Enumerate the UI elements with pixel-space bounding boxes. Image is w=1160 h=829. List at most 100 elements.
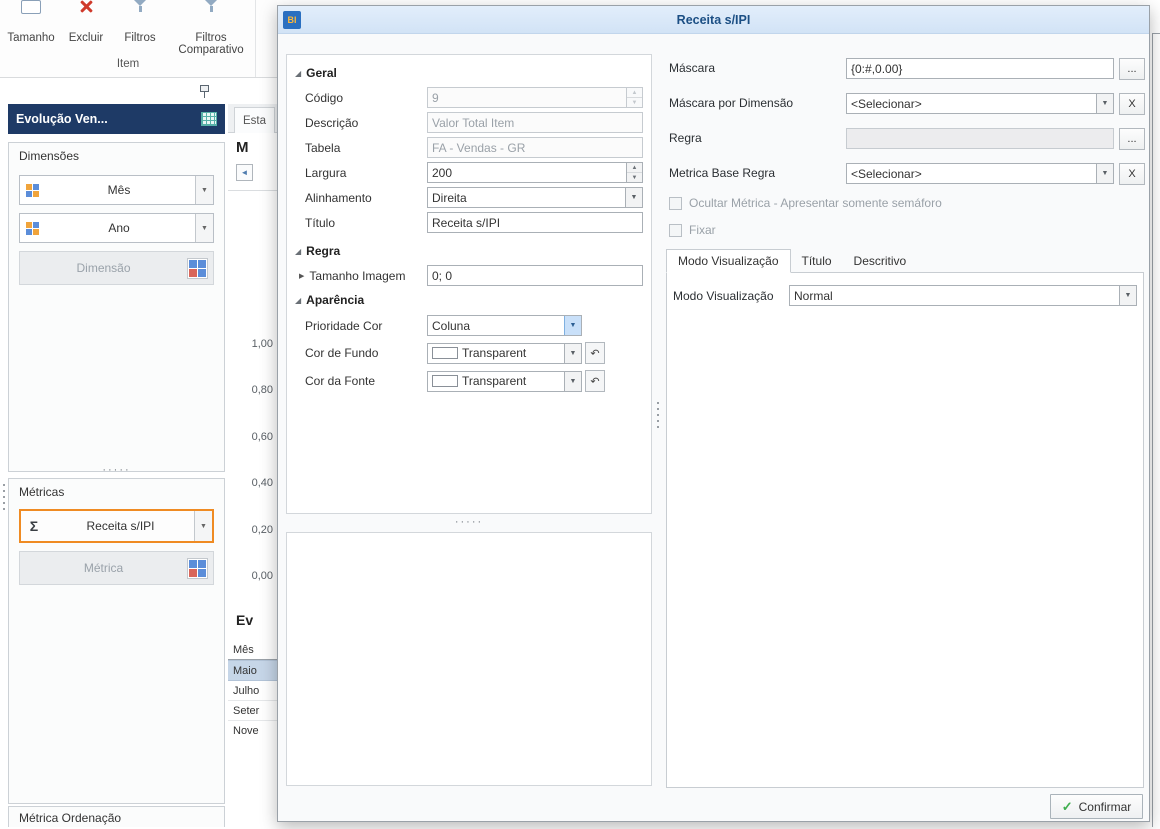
tab-titulo[interactable]: Título [791,249,843,273]
tab-descritivo[interactable]: Descritivo [843,249,918,273]
dimension-drop-slot[interactable]: Dimensão [19,251,214,285]
tab-modo-visualizacao[interactable]: Modo Visualização [666,249,791,273]
chevron-down-icon[interactable]: ▼ [564,343,581,363]
axis-label: 0,00 [251,570,273,582]
metrica-ordenacao-header: Métrica Ordenação [19,811,122,825]
descricao-label: Descrição [305,115,359,130]
mascara-input[interactable]: {0:#,0.00} [846,58,1114,79]
metric-drop-slot[interactable]: Métrica [19,551,214,585]
dialog-titlebar[interactable]: Receita s/IPI BI [278,6,1149,34]
largura-label: Largura [305,165,347,180]
cor-fundo-dropdown[interactable]: Transparent ▼ [427,342,582,364]
expanded-icon: ◢ [295,246,302,256]
metrica-ordenacao-group: Métrica Ordenação [8,806,225,827]
tamanho-imagem-label[interactable]: ▶ Tamanho Imagem [287,269,427,283]
property-row-cor-fundo: Cor de Fundo Transparent ▼ ↶ [287,339,651,367]
dimension-item-ano[interactable]: Ano ▼ [19,213,214,243]
table-row[interactable]: Seter [228,701,277,721]
chevron-down-icon[interactable]: ▼ [625,188,642,207]
fixar-label: Fixar [689,223,716,237]
metricas-group: Métricas Σ Receita s/IPI ▼ Métrica [8,478,225,804]
chevron-down-icon[interactable]: ▼ [194,511,212,541]
toolbar-group-label: Item [116,58,140,70]
spinner[interactable]: ▲ ▼ [626,163,642,182]
spin-down-icon[interactable]: ▼ [627,173,642,182]
fixar-checkbox[interactable] [669,224,682,237]
group-header-regra[interactable]: ◢ Regra [287,239,651,263]
property-row-codigo: Código 9 ▲ ▼ [287,85,651,110]
dimensoes-group: Dimensões Mês ▼ Ano ▼ Dimensão [8,142,225,472]
metric-item-receita[interactable]: Σ Receita s/IPI ▼ [19,509,214,543]
table-row[interactable]: Nove [228,721,277,741]
group-header-geral[interactable]: ◢ Geral [287,61,651,85]
metrica-base-clear-button[interactable]: X [1119,163,1145,185]
color-swatch [432,375,458,387]
spin-down-icon[interactable]: ▼ [627,98,642,107]
chevron-down-icon[interactable]: ▼ [1096,94,1113,113]
collapsed-icon[interactable]: ▶ [299,272,304,280]
sigma-icon: Σ [29,518,39,534]
modo-visualizacao-dropdown[interactable]: Normal ▼ [789,285,1137,306]
titulo-input[interactable]: Receita s/IPI [427,212,643,233]
tamanho-imagem-input[interactable]: 0; 0 [427,265,643,286]
dimensoes-header: Dimensões [19,149,80,163]
backdrop-table-title: Ev [236,612,254,628]
property-row-tamanho-imagem: ▶ Tamanho Imagem 0; 0 [287,263,651,288]
tab-strip: Modo Visualização Título Descritivo [666,249,917,273]
table-row[interactable]: Julho [228,681,277,701]
mascara-dim-dropdown[interactable]: <Selecionar> ▼ [846,93,1114,114]
chevron-down-icon[interactable]: ▼ [1096,164,1113,183]
largura-input[interactable]: 200 ▲ ▼ [427,162,643,183]
cor-fonte-label: Cor da Fonte [305,374,376,388]
metrica-base-dropdown[interactable]: <Selecionar> ▼ [846,163,1114,184]
field-chooser-icon[interactable] [187,257,208,279]
mascara-dim-clear-button[interactable]: X [1119,93,1145,115]
color-swatch [432,347,458,359]
table-row[interactable]: Maio [228,660,277,681]
grid-icon [201,112,217,126]
cor-fonte-dropdown[interactable]: Transparent ▼ [427,370,582,392]
chevron-down-icon[interactable]: ▼ [564,371,581,391]
descricao-input[interactable]: Valor Total Item [427,112,643,133]
chevron-down-icon[interactable]: ▼ [195,176,213,204]
group-header-aparencia[interactable]: ◢ Aparência [287,288,651,312]
metrica-base-label: Metrica Base Regra [669,166,776,180]
field-chooser-icon[interactable] [187,557,208,579]
chevron-down-icon[interactable]: ▼ [195,214,213,242]
dimension-icon [26,221,39,235]
spin-up-icon[interactable]: ▲ [627,88,642,98]
chevron-down-icon[interactable]: ▼ [564,316,581,335]
backdrop-tab[interactable]: Esta [234,107,276,133]
nav-left-button[interactable]: ◄ [236,164,253,181]
dialog-title: Receita s/IPI [676,12,751,27]
spin-up-icon[interactable]: ▲ [627,163,642,173]
axis-label: 1,00 [251,338,273,350]
empty-panel [286,532,652,786]
prioridade-dropdown[interactable]: Coluna ▼ [427,315,582,336]
dimension-item-mes[interactable]: Mês ▼ [19,175,214,205]
sidebar-edge-splitter[interactable] [1,484,7,510]
reset-color-button[interactable]: ↶ [585,342,605,364]
spinner[interactable]: ▲ ▼ [626,88,642,107]
alinhamento-dropdown[interactable]: Direita ▼ [427,187,643,208]
dialog-splitter-handle[interactable] [655,402,661,428]
tabela-input[interactable]: FA - Vendas - GR [427,137,643,158]
property-splitter-handle[interactable]: ····· [286,516,652,528]
sidebar-splitter-handle[interactable]: ····· [8,464,225,476]
toolbar-group-item: Tamanho Excluir Filtros Filtros Comparat… [0,0,256,77]
confirmar-button[interactable]: ✓ Confirmar [1050,794,1143,819]
ocultar-metrica-checkbox[interactable] [669,197,682,210]
regra-input[interactable] [846,128,1114,149]
property-row-tabela: Tabela FA - Vendas - GR [287,135,651,160]
regra-browse-button[interactable]: ... [1119,128,1145,150]
codigo-input[interactable]: 9 ▲ ▼ [427,87,643,108]
backdrop-tabbar: Esta [228,104,277,133]
reset-color-button[interactable]: ↶ [585,370,605,392]
size-icon [21,0,41,14]
axis-label: 0,80 [251,384,273,396]
property-row-prioridade: Prioridade Cor Coluna ▼ [287,312,651,339]
mascara-browse-button[interactable]: ... [1119,58,1145,80]
pin-icon[interactable] [197,85,211,101]
chevron-down-icon[interactable]: ▼ [1119,286,1136,305]
filter-compare-icon [203,0,219,12]
